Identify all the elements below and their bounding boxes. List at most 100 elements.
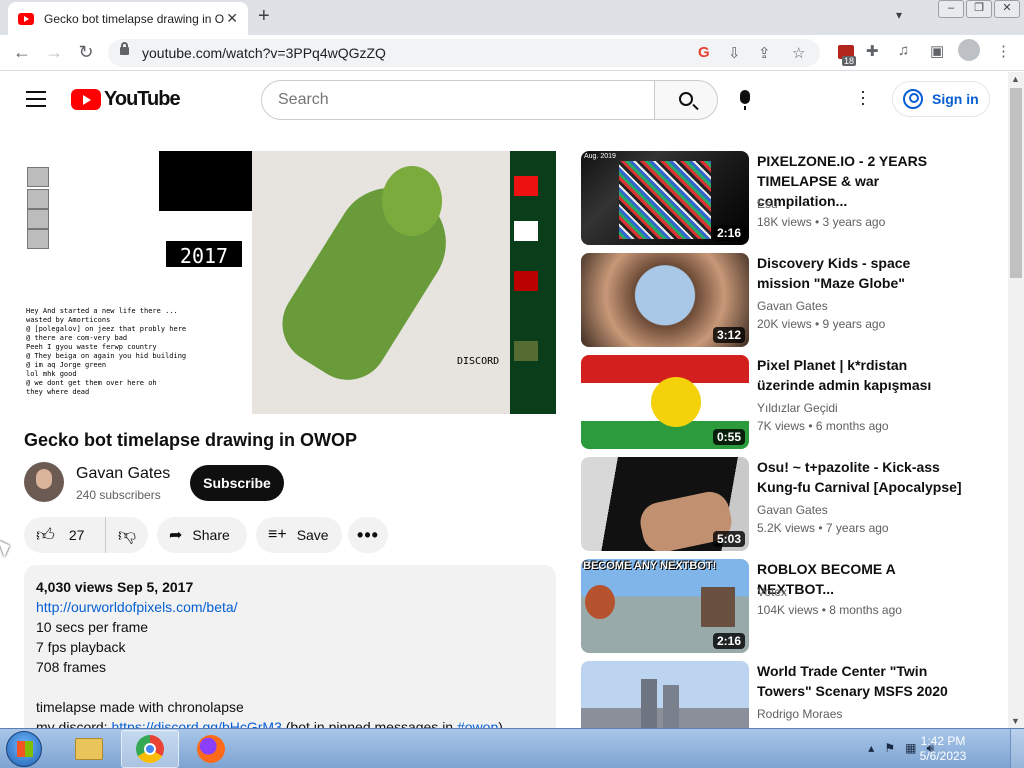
dislike-button[interactable]: 👎︎ — [106, 524, 148, 546]
thumbs-down-icon: 👎︎ — [117, 525, 137, 545]
action-center-flag-icon[interactable]: ⚑ — [884, 741, 895, 756]
pixel-war-map — [619, 161, 711, 239]
recommendation-item[interactable]: BECOME ANY NEXTBOT! 2:16 ROBLOX BECOME A… — [581, 559, 1001, 653]
sign-in-button[interactable]: Sign in — [892, 81, 990, 117]
recommendation-item[interactable]: Aug. 2019 2:16 PIXELZONE.IO - 2 YEARS TI… — [581, 151, 1001, 245]
thumbnail-label: BECOME ANY NEXTBOT! — [583, 560, 717, 572]
zoom-tool-icon — [27, 229, 49, 249]
taskbar-firefox[interactable] — [182, 730, 240, 768]
description-box[interactable]: 4,030 views Sep 5, 2017 http://ourworldo… — [24, 565, 556, 745]
recommendation-thumbnail[interactable]: 0:55 — [581, 355, 749, 449]
video-title: Gecko bot timelapse drawing in OWOP — [24, 430, 358, 450]
recommendation-channel[interactable]: Yıldızlar Geçidi — [757, 401, 838, 415]
video-player[interactable]: 2017 !! Hey And started a new life there… — [24, 151, 556, 414]
side-panel-icon[interactable]: ▣ — [930, 42, 944, 60]
video-duration: 5:03 — [712, 531, 745, 547]
clock-date: 5/6/2023 — [919, 749, 967, 763]
show-hidden-icons-icon[interactable]: ▴ — [868, 741, 874, 756]
youtube-favicon-icon — [18, 12, 34, 25]
subscribe-button[interactable]: Subscribe — [190, 465, 284, 501]
scroll-down-arrow-icon[interactable]: ▼ — [1011, 716, 1020, 726]
bookmark-star-icon[interactable]: ☆ — [792, 44, 805, 62]
scroll-up-arrow-icon[interactable]: ▲ — [1011, 74, 1020, 84]
network-icon[interactable]: ▦ — [905, 741, 916, 756]
firefox-icon — [197, 735, 225, 763]
recommendation-channel[interactable]: Gavan Gates — [757, 299, 828, 313]
forward-icon[interactable]: → — [42, 41, 66, 63]
recommendation-item[interactable]: World Trade Center "Twin Towers" Scenary… — [581, 661, 1001, 728]
search-input[interactable] — [261, 80, 655, 120]
browser-tab[interactable]: Gecko bot timelapse drawing in O ✕ — [8, 2, 248, 35]
view-count-date: 4,030 views Sep 5, 2017 — [36, 579, 194, 595]
recommendation-title[interactable]: PIXELZONE.IO - 2 YEARS TIMELAPSE & war c… — [757, 151, 967, 211]
recommendation-item[interactable]: 0:55 Pixel Planet | k*rdistan üzerinde a… — [581, 355, 1001, 449]
recommendation-channel[interactable]: Esu — [757, 197, 778, 211]
recommendation-channel[interactable]: Rodrigo Moraes — [757, 707, 842, 721]
address-bar[interactable]: youtube.com/watch?v=3PPq4wQGzZQ G ⇩ ⇪ ☆ — [108, 39, 820, 67]
youtube-logo[interactable]: YouTube — [71, 88, 181, 111]
close-tab-icon[interactable]: ✕ — [226, 10, 238, 27]
install-app-icon[interactable]: ⇩ — [728, 44, 741, 62]
scrollbar-thumb[interactable] — [1010, 88, 1022, 278]
recommendation-thumbnail[interactable]: Aug. 2019 2:16 — [581, 151, 749, 245]
recommendation-channel[interactable]: Gavan Gates — [757, 503, 828, 517]
taskbar-clock[interactable]: 1:42 PM 5/6/2023 — [918, 734, 968, 764]
taskbar-explorer[interactable] — [60, 730, 118, 768]
recommendation-thumbnail[interactable]: BECOME ANY NEXTBOT! 2:16 — [581, 559, 749, 653]
recommendation-title[interactable]: Osu! ~ t+pazolite - Kick-ass Kung-fu Car… — [757, 457, 967, 497]
pencil-tool-icon — [27, 209, 49, 229]
youtube-logo-text: YouTube — [104, 88, 181, 110]
profile-avatar-icon[interactable] — [958, 39, 980, 61]
like-button[interactable]: 👍︎ 27 — [24, 517, 106, 553]
channel-name[interactable]: Gavan Gates — [76, 465, 170, 483]
recommendation-item[interactable]: 5:03 Osu! ~ t+pazolite - Kick-ass Kung-f… — [581, 457, 1001, 551]
recommendation-title[interactable]: Pixel Planet | k*rdistan üzerinde admin … — [757, 355, 967, 395]
close-window-button[interactable]: ✕ — [994, 0, 1020, 18]
window-controls: – ❐ ✕ — [938, 0, 1020, 18]
maximize-button[interactable]: ❐ — [966, 0, 992, 18]
gecko-image: DISCORD — [252, 151, 510, 414]
lock-icon[interactable] — [120, 42, 129, 55]
taskbar-chrome[interactable] — [121, 730, 179, 768]
voice-search-mic-icon[interactable] — [740, 90, 750, 110]
page-scrollbar[interactable]: ▲ ▼ — [1008, 72, 1024, 728]
tab-search-icon[interactable]: ▾ — [896, 8, 902, 22]
tower-shape — [641, 679, 657, 728]
reload-icon[interactable]: ↻ — [74, 41, 98, 63]
settings-kebab-icon[interactable]: · · · — [855, 82, 871, 112]
recommendation-stats: 5.2K views • 7 years ago — [757, 521, 889, 535]
share-button[interactable]: ➦ Share — [157, 517, 247, 553]
back-icon[interactable]: ← — [10, 41, 34, 63]
canvas-chat-text: Hey And started a new life there ... was… — [26, 307, 187, 396]
search-button[interactable] — [654, 80, 718, 120]
show-desktop-button[interactable] — [1010, 729, 1024, 768]
owop-link[interactable]: http://ourworldofpixels.com/beta/ — [36, 599, 238, 615]
more-actions-button[interactable]: ••• — [348, 517, 388, 553]
recommendation-thumbnail[interactable]: 3:12 — [581, 253, 749, 347]
save-button[interactable]: ≡+ Save — [256, 517, 342, 553]
menu-hamburger-icon[interactable] — [26, 91, 46, 107]
recommendation-channel[interactable]: Votex — [757, 585, 787, 599]
url-text[interactable]: youtube.com/watch?v=3PPq4wQGzZQ — [142, 45, 386, 61]
windows-taskbar: ▴ ⚑ ▦ 🔊︎ 1:42 PM 5/6/2023 — [0, 728, 1024, 768]
recommendation-title[interactable]: Discovery Kids - space mission "Maze Glo… — [757, 253, 967, 293]
extensions-puzzle-icon[interactable]: ✚ — [866, 42, 879, 60]
start-button[interactable] — [6, 731, 42, 767]
minimize-button[interactable]: – — [938, 0, 964, 18]
channel-avatar[interactable] — [24, 462, 64, 502]
subscriber-count: 240 subscribers — [76, 488, 161, 502]
recommendation-title[interactable]: World Trade Center "Twin Towers" Scenary… — [757, 661, 967, 701]
media-control-icon[interactable]: ♫ — [898, 42, 909, 59]
recommendation-title[interactable]: ROBLOX BECOME A NEXTBOT... — [757, 559, 967, 599]
new-tab-button[interactable]: + — [258, 6, 270, 26]
red-pixel-block — [514, 176, 538, 196]
youtube-play-icon — [71, 89, 101, 110]
recommendation-thumbnail[interactable] — [581, 661, 749, 728]
playlist-add-icon: ≡+ — [268, 526, 287, 543]
google-lens-icon[interactable]: G — [698, 44, 710, 61]
recommendation-item[interactable]: 3:12 Discovery Kids - space mission "Maz… — [581, 253, 1001, 347]
chrome-menu-icon[interactable]: ⋮ — [996, 42, 1011, 60]
recommendation-thumbnail[interactable]: 5:03 — [581, 457, 749, 551]
chrome-icon — [136, 735, 164, 763]
share-page-icon[interactable]: ⇪ — [758, 44, 771, 62]
